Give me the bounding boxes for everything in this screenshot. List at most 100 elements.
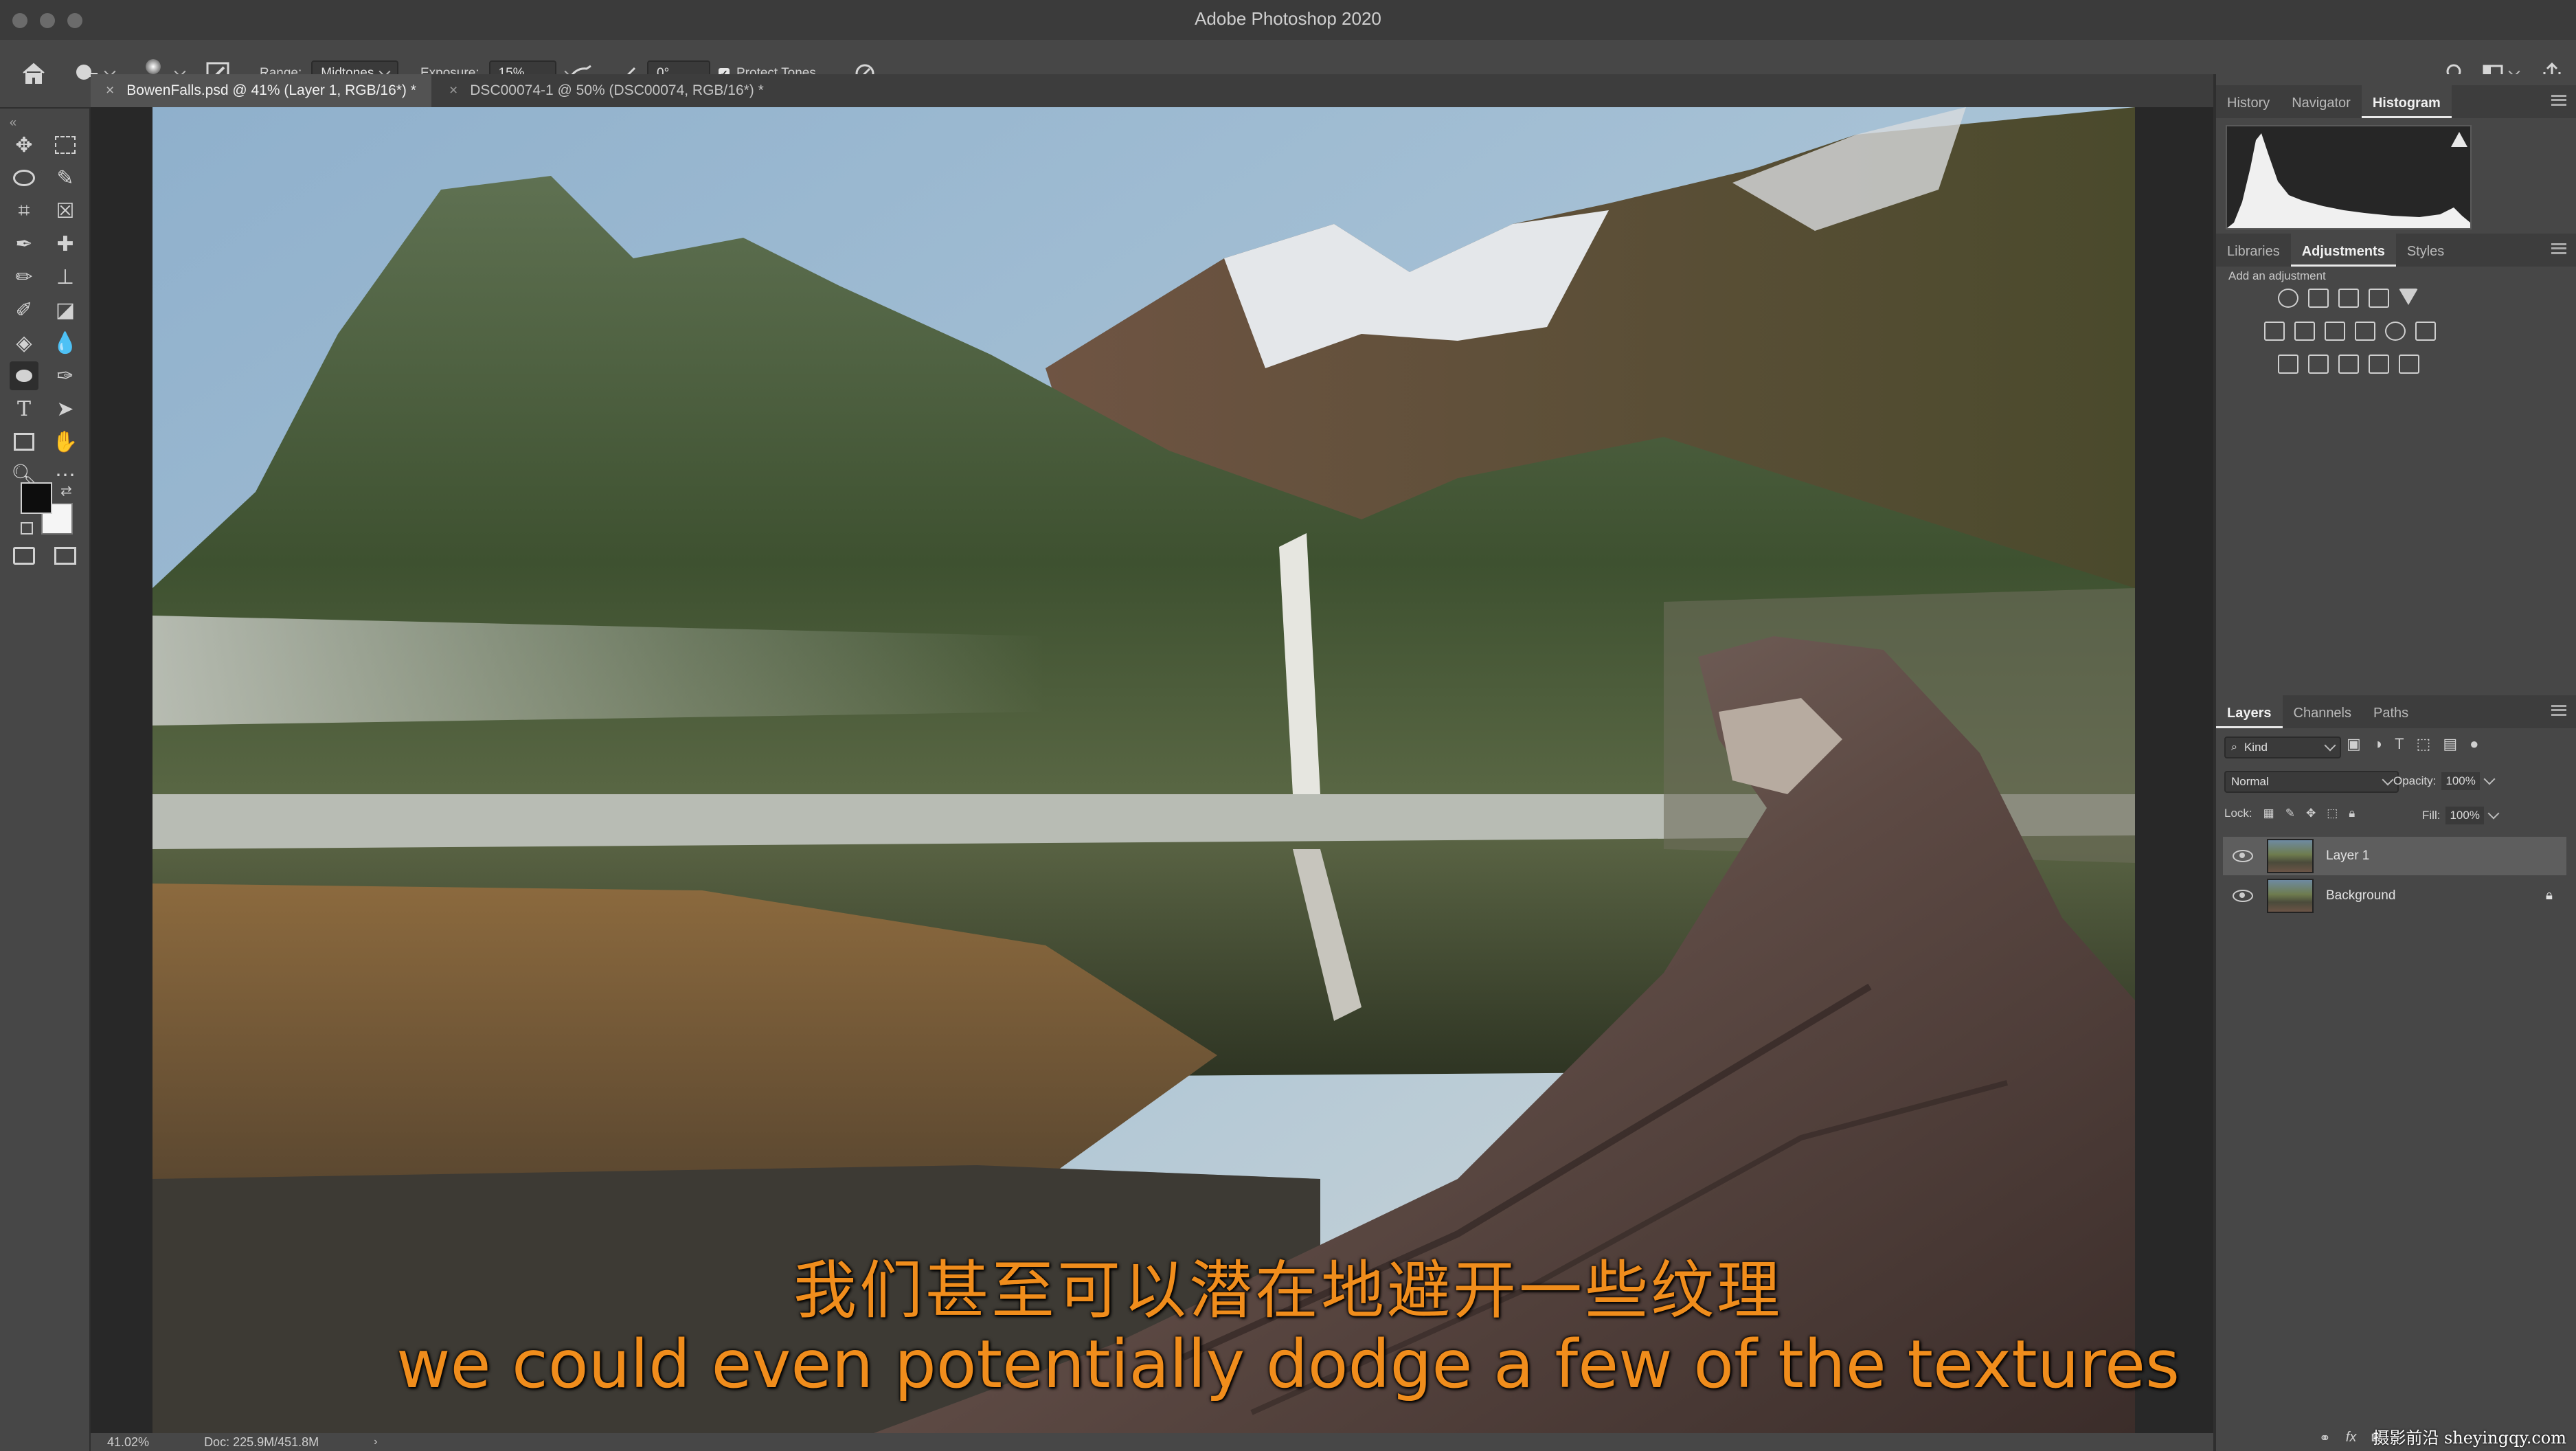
status-bar: 41.02% Doc: 225.9M/451.8M › [91,1433,2213,1451]
filter-pixel-icon[interactable]: ▣ [2347,735,2361,753]
document-tab-label: DSC00074-1 @ 50% (DSC00074, RGB/16*) * [470,82,764,98]
tab-histogram[interactable]: Histogram [2361,85,2452,118]
move-tool-icon[interactable]: ✥ [10,131,38,159]
panel-menu-icon[interactable] [2551,705,2566,716]
document-tab-active[interactable]: × BowenFalls.psd @ 41% (Layer 1, RGB/16*… [91,74,431,107]
type-tool-icon[interactable]: T [10,394,38,423]
layer-name: Layer 1 [2326,848,2370,863]
pen-tool-icon[interactable]: ✑ [51,361,80,390]
quick-selection-tool-icon[interactable]: ✎ [51,164,80,192]
status-menu-chevron[interactable]: › [374,1436,377,1448]
tab-styles[interactable]: Styles [2396,244,2455,267]
posterize-icon[interactable] [2308,355,2329,374]
chevron-down-icon [2324,739,2336,752]
rectangle-tool-icon[interactable] [10,427,38,456]
watermark: 摄影前沿 sheyingqy.com [2373,1428,2566,1448]
lock-all-icon[interactable]: 🔒︎ [2349,807,2355,820]
blend-mode-dropdown[interactable]: Normal [2224,771,2399,793]
panel-menu-icon[interactable] [2551,95,2566,106]
filter-type-icon[interactable]: T [2395,735,2404,753]
tab-navigator[interactable]: Navigator [2281,95,2362,118]
levels-icon[interactable] [2308,289,2329,308]
frame-tool-icon[interactable]: ☒ [51,196,80,225]
landscape-photo [152,107,2135,1433]
screen-mode-icon[interactable] [51,541,80,570]
lock-label: Lock: [2224,807,2252,820]
tab-layers[interactable]: Layers [2216,695,2283,728]
chevron-down-icon [2382,774,2394,786]
filter-shape-icon[interactable]: ⬚ [2417,735,2431,753]
filter-smart-object-icon[interactable]: ▤ [2443,735,2457,753]
color-lookup-icon[interactable] [2415,322,2436,341]
subtitle-chinese: 我们甚至可以潜在地避开一些纹理 [793,1254,1783,1327]
eraser-tool-icon[interactable]: ◪ [51,295,80,324]
channel-mixer-icon[interactable] [2385,322,2406,341]
lock-transparent-icon[interactable]: ▦ [2263,807,2274,820]
hand-tool-icon[interactable]: ✋ [51,427,80,456]
document-image[interactable] [152,107,2135,1433]
cache-warning-icon[interactable] [2451,132,2467,147]
swap-colors-icon[interactable]: ⇄ [60,482,72,499]
healing-brush-tool-icon[interactable]: ✚ [51,229,80,258]
dodge-tool-icon[interactable] [10,361,38,390]
curves-icon[interactable] [2338,289,2359,308]
tab-adjustments[interactable]: Adjustments [2290,234,2396,267]
layer-filter-dropdown[interactable]: ⌕ Kind [2224,736,2341,758]
opacity-value[interactable]: 100% [2441,772,2480,790]
fill-value[interactable]: 100% [2445,807,2484,824]
lock-row: Lock: ▦ ✎ ✥ ⬚ 🔒︎ [2224,807,2355,820]
close-tab-icon[interactable]: × [449,82,457,99]
lock-position-icon[interactable]: ✥ [2306,807,2316,820]
document-tab[interactable]: × DSC00074-1 @ 50% (DSC00074, RGB/16*) * [434,74,779,107]
photo-filter-icon[interactable] [2355,322,2375,341]
hue-saturation-icon[interactable] [2264,322,2285,341]
layer-effects-icon[interactable]: fx [2346,1430,2357,1447]
layer-row-layer-1[interactable]: Layer 1 [2223,837,2566,875]
layer-row-background[interactable]: Background 🔒︎ [2223,877,2566,915]
brightness-contrast-icon[interactable] [2278,289,2298,308]
black-white-icon[interactable] [2325,322,2345,341]
threshold-icon[interactable] [2338,355,2359,374]
invert-icon[interactable] [2278,355,2298,374]
default-colors-icon[interactable] [21,522,33,535]
zoom-level[interactable]: 41.02% [107,1435,149,1450]
lasso-tool-icon[interactable] [10,164,38,192]
eyedropper-tool-icon[interactable]: ✒ [10,229,38,258]
link-layers-icon[interactable]: ⚭ [2319,1430,2331,1447]
visibility-eye-icon[interactable] [2233,850,2253,862]
path-selection-tool-icon[interactable]: ➤ [51,394,80,423]
chevron-down-icon[interactable] [2487,807,2500,820]
quick-mask-icon[interactable] [10,541,38,570]
history-brush-tool-icon[interactable]: ✐ [10,295,38,324]
tab-channels[interactable]: Channels [2283,706,2363,728]
fill-control: Fill: 100% [2422,807,2500,824]
chevron-down-icon[interactable] [2483,773,2496,785]
blur-tool-icon[interactable]: 💧 [51,328,80,357]
vibrance-icon[interactable] [2399,289,2418,305]
collapse-toolbar-icon[interactable]: « [10,115,16,130]
canvas-area[interactable] [91,107,2213,1433]
blend-mode-value: Normal [2231,775,2269,788]
filter-toggle-icon[interactable]: ● [2470,735,2478,753]
home-button[interactable] [21,40,47,107]
filter-adjustment-icon[interactable]: ◑ [2373,735,2382,753]
clone-stamp-tool-icon[interactable]: ⊥ [51,262,80,291]
selective-color-icon[interactable] [2369,355,2389,374]
lock-artboard-icon[interactable]: ⬚ [2327,807,2338,820]
crop-tool-icon[interactable]: ⌗ [10,196,38,225]
exposure-icon[interactable] [2369,289,2389,308]
brush-tool-icon[interactable]: ✏ [10,262,38,291]
panel-menu-icon[interactable] [2551,243,2566,254]
paint-bucket-tool-icon[interactable]: ◈ [10,328,38,357]
gradient-map-icon[interactable] [2399,355,2419,374]
title-bar: Adobe Photoshop 2020 [0,0,2576,41]
color-balance-icon[interactable] [2294,322,2315,341]
close-tab-icon[interactable]: × [106,82,114,99]
foreground-color-swatch[interactable] [21,482,52,514]
lock-pixels-icon[interactable]: ✎ [2285,807,2295,820]
tab-libraries[interactable]: Libraries [2216,244,2291,267]
tab-history[interactable]: History [2216,95,2281,118]
marquee-tool-icon[interactable] [51,131,80,159]
visibility-eye-icon[interactable] [2233,890,2253,902]
tab-paths[interactable]: Paths [2362,706,2419,728]
